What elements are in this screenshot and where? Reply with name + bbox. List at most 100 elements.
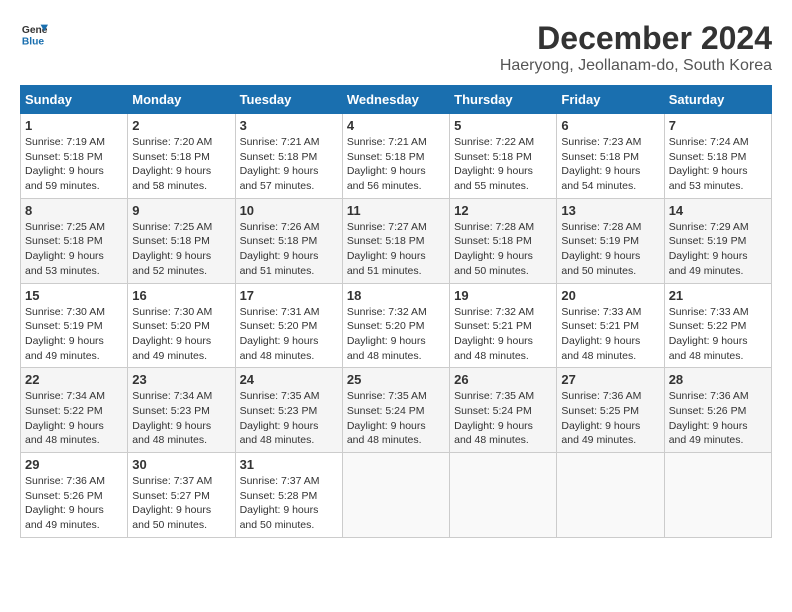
day-number: 23: [132, 372, 230, 387]
table-row: 8Sunrise: 7:25 AM Sunset: 5:18 PM Daylig…: [21, 198, 128, 283]
day-number: 10: [240, 203, 338, 218]
svg-text:Blue: Blue: [22, 36, 45, 47]
day-info: Sunrise: 7:36 AM Sunset: 5:26 PM Dayligh…: [669, 389, 767, 448]
day-info: Sunrise: 7:36 AM Sunset: 5:25 PM Dayligh…: [561, 389, 659, 448]
header-saturday: Saturday: [664, 86, 771, 114]
day-number: 28: [669, 372, 767, 387]
table-row: 29Sunrise: 7:36 AM Sunset: 5:26 PM Dayli…: [21, 453, 128, 538]
day-info: Sunrise: 7:35 AM Sunset: 5:23 PM Dayligh…: [240, 389, 338, 448]
day-number: 21: [669, 288, 767, 303]
logo-icon: General Blue: [20, 20, 48, 48]
table-row: 15 Sunrise: 7:30 AM Sunset: 5:19 PM Dayli…: [21, 283, 128, 368]
day-info: Sunrise: 7:34 AM Sunset: 5:23 PM Dayligh…: [132, 389, 230, 448]
table-row: 12 Sunrise: 7:28 AM Sunset: 5:18 PM Dayli…: [450, 198, 557, 283]
day-info: Sunrise: 7:37 AM Sunset: 5:28 PM Dayligh…: [240, 474, 338, 533]
day-number: 12: [454, 203, 552, 218]
day-info: Sunrise: 7:25 AM Sunset: 5:18 PM Dayligh…: [132, 220, 230, 279]
day-number: 5: [454, 118, 552, 133]
day-info: Sunrise: 7:33 AM Sunset: 5:21 PM Dayligh…: [561, 305, 659, 364]
table-row: 26 Sunrise: 7:35 AM Sunset: 5:24 PM Dayli…: [450, 368, 557, 453]
table-row: 13 Sunrise: 7:28 AM Sunset: 5:19 PM Dayli…: [557, 198, 664, 283]
day-info: Sunrise: 7:29 AM Sunset: 5:19 PM Dayligh…: [669, 220, 767, 279]
day-info: Sunrise: 7:19 AM Sunset: 5:18 PM Dayligh…: [25, 135, 123, 194]
header-tuesday: Tuesday: [235, 86, 342, 114]
day-info: Sunrise: 7:37 AM Sunset: 5:27 PM Dayligh…: [132, 474, 230, 533]
header-sunday: Sunday: [21, 86, 128, 114]
day-number: 17: [240, 288, 338, 303]
day-number: 13: [561, 203, 659, 218]
day-info: Sunrise: 7:21 AM Sunset: 5:18 PM Dayligh…: [347, 135, 445, 194]
page-header: General Blue December 2024 Haeryong, Jeo…: [20, 20, 772, 75]
table-row: 31 Sunrise: 7:37 AM Sunset: 5:28 PM Dayli…: [235, 453, 342, 538]
table-row: 10 Sunrise: 7:26 AM Sunset: 5:18 PM Dayli…: [235, 198, 342, 283]
table-row: 21 Sunrise: 7:33 AM Sunset: 5:22 PM Dayli…: [664, 283, 771, 368]
day-info: Sunrise: 7:31 AM Sunset: 5:20 PM Dayligh…: [240, 305, 338, 364]
day-info: Sunrise: 7:33 AM Sunset: 5:22 PM Dayligh…: [669, 305, 767, 364]
table-row: [342, 453, 449, 538]
day-info: Sunrise: 7:34 AM Sunset: 5:22 PM Dayligh…: [25, 389, 123, 448]
header-wednesday: Wednesday: [342, 86, 449, 114]
day-number: 2: [132, 118, 230, 133]
day-number: 4: [347, 118, 445, 133]
day-number: 15: [25, 288, 123, 303]
table-row: 24Sunrise: 7:35 AM Sunset: 5:23 PM Dayli…: [235, 368, 342, 453]
day-number: 6: [561, 118, 659, 133]
day-number: 20: [561, 288, 659, 303]
table-row: 30 Sunrise: 7:37 AM Sunset: 5:27 PM Dayli…: [128, 453, 235, 538]
day-info: Sunrise: 7:21 AM Sunset: 5:18 PM Dayligh…: [240, 135, 338, 194]
day-number: 18: [347, 288, 445, 303]
day-number: 27: [561, 372, 659, 387]
day-number: 3: [240, 118, 338, 133]
day-info: Sunrise: 7:30 AM Sunset: 5:19 PM Dayligh…: [25, 305, 123, 364]
table-row: 7Sunrise: 7:24 AM Sunset: 5:18 PM Daylig…: [664, 114, 771, 199]
table-row: 18 Sunrise: 7:32 AM Sunset: 5:20 PM Dayli…: [342, 283, 449, 368]
day-number: 11: [347, 203, 445, 218]
table-row: 20 Sunrise: 7:33 AM Sunset: 5:21 PM Dayli…: [557, 283, 664, 368]
table-row: 14 Sunrise: 7:29 AM Sunset: 5:19 PM Dayli…: [664, 198, 771, 283]
day-number: 30: [132, 457, 230, 472]
day-number: 31: [240, 457, 338, 472]
day-info: Sunrise: 7:23 AM Sunset: 5:18 PM Dayligh…: [561, 135, 659, 194]
table-row: 2Sunrise: 7:20 AM Sunset: 5:18 PM Daylig…: [128, 114, 235, 199]
table-row: [557, 453, 664, 538]
day-number: 1: [25, 118, 123, 133]
table-row: 27 Sunrise: 7:36 AM Sunset: 5:25 PM Dayli…: [557, 368, 664, 453]
day-info: Sunrise: 7:35 AM Sunset: 5:24 PM Dayligh…: [454, 389, 552, 448]
day-number: 22: [25, 372, 123, 387]
table-row: 6 Sunrise: 7:23 AM Sunset: 5:18 PM Daylig…: [557, 114, 664, 199]
logo: General Blue: [20, 20, 48, 48]
header-thursday: Thursday: [450, 86, 557, 114]
calendar-table: SundayMondayTuesdayWednesdayThursdayFrid…: [20, 85, 772, 538]
day-number: 26: [454, 372, 552, 387]
day-number: 7: [669, 118, 767, 133]
table-row: 28 Sunrise: 7:36 AM Sunset: 5:26 PM Dayli…: [664, 368, 771, 453]
day-number: 19: [454, 288, 552, 303]
table-row: 1 Sunrise: 7:19 AM Sunset: 5:18 PM Daylig…: [21, 114, 128, 199]
day-info: Sunrise: 7:26 AM Sunset: 5:18 PM Dayligh…: [240, 220, 338, 279]
day-info: Sunrise: 7:32 AM Sunset: 5:21 PM Dayligh…: [454, 305, 552, 364]
day-info: Sunrise: 7:27 AM Sunset: 5:18 PM Dayligh…: [347, 220, 445, 279]
day-number: 29: [25, 457, 123, 472]
table-row: 16Sunrise: 7:30 AM Sunset: 5:20 PM Dayli…: [128, 283, 235, 368]
day-info: Sunrise: 7:28 AM Sunset: 5:18 PM Dayligh…: [454, 220, 552, 279]
header-friday: Friday: [557, 86, 664, 114]
table-row: 4 Sunrise: 7:21 AM Sunset: 5:18 PM Daylig…: [342, 114, 449, 199]
table-row: [664, 453, 771, 538]
day-number: 14: [669, 203, 767, 218]
day-info: Sunrise: 7:25 AM Sunset: 5:18 PM Dayligh…: [25, 220, 123, 279]
day-number: 25: [347, 372, 445, 387]
table-row: 23 Sunrise: 7:34 AM Sunset: 5:23 PM Dayli…: [128, 368, 235, 453]
title-block: December 2024 Haeryong, Jeollanam-do, So…: [500, 20, 772, 75]
table-row: [450, 453, 557, 538]
table-row: 22 Sunrise: 7:34 AM Sunset: 5:22 PM Dayli…: [21, 368, 128, 453]
page-subtitle: Haeryong, Jeollanam-do, South Korea: [500, 57, 772, 75]
table-row: 9Sunrise: 7:25 AM Sunset: 5:18 PM Daylig…: [128, 198, 235, 283]
day-info: Sunrise: 7:35 AM Sunset: 5:24 PM Dayligh…: [347, 389, 445, 448]
table-row: 19 Sunrise: 7:32 AM Sunset: 5:21 PM Dayli…: [450, 283, 557, 368]
day-info: Sunrise: 7:32 AM Sunset: 5:20 PM Dayligh…: [347, 305, 445, 364]
day-info: Sunrise: 7:22 AM Sunset: 5:18 PM Dayligh…: [454, 135, 552, 194]
table-row: 3 Sunrise: 7:21 AM Sunset: 5:18 PM Daylig…: [235, 114, 342, 199]
table-row: 17 Sunrise: 7:31 AM Sunset: 5:20 PM Dayli…: [235, 283, 342, 368]
day-info: Sunrise: 7:28 AM Sunset: 5:19 PM Dayligh…: [561, 220, 659, 279]
table-row: 5 Sunrise: 7:22 AM Sunset: 5:18 PM Daylig…: [450, 114, 557, 199]
